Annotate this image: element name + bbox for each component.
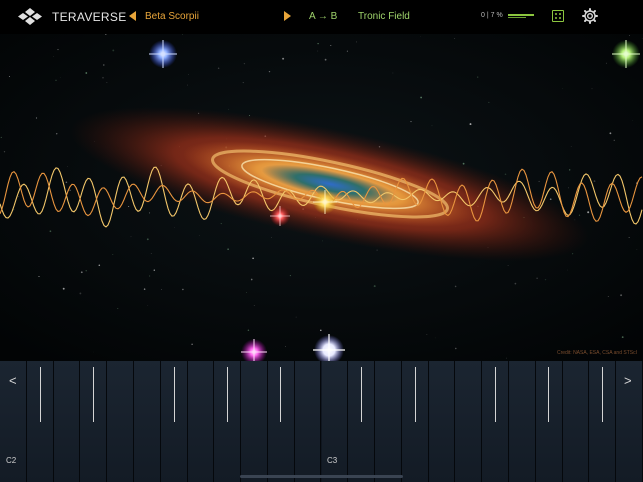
keyboard: < > C2 C3 bbox=[0, 361, 643, 482]
key-marker bbox=[174, 367, 175, 422]
piano-key[interactable] bbox=[509, 361, 536, 482]
piano-key[interactable] bbox=[267, 361, 295, 482]
key-marker bbox=[93, 367, 94, 422]
image-credit: Credit: NASA, ESA, CSA and STScI bbox=[557, 350, 637, 356]
piano-key[interactable] bbox=[133, 361, 161, 482]
previous-star-icon[interactable] bbox=[129, 11, 136, 21]
field-selector[interactable]: Tronic Field bbox=[358, 11, 410, 22]
app-window: TERAVERSE Beta Scorpii A → B Tronic Fiel… bbox=[0, 0, 643, 482]
piano-key[interactable] bbox=[107, 361, 134, 482]
piano-key[interactable] bbox=[241, 361, 268, 482]
yellow-star-icon[interactable] bbox=[313, 190, 337, 214]
keyboard-left-arrow[interactable]: < bbox=[9, 373, 17, 388]
home-indicator[interactable] bbox=[240, 475, 403, 478]
note-label-c3: C3 bbox=[327, 456, 338, 465]
key-marker bbox=[548, 367, 549, 422]
key-marker bbox=[495, 367, 496, 422]
green-star-icon[interactable] bbox=[612, 40, 640, 68]
keyboard-keys bbox=[0, 361, 643, 482]
piano-key[interactable] bbox=[53, 361, 81, 482]
key-marker bbox=[227, 367, 228, 422]
piano-key[interactable] bbox=[294, 361, 322, 482]
teraverse-logo-icon bbox=[18, 8, 42, 25]
blue-star-icon[interactable] bbox=[149, 40, 177, 68]
key-marker bbox=[40, 367, 41, 422]
key-marker bbox=[280, 367, 281, 422]
play-icon[interactable] bbox=[284, 11, 291, 21]
piano-key[interactable] bbox=[562, 361, 590, 482]
piano-key[interactable] bbox=[428, 361, 456, 482]
route-label[interactable]: A → B bbox=[309, 11, 337, 22]
star-name-button[interactable]: Beta Scorpii bbox=[145, 11, 199, 22]
piano-key[interactable] bbox=[455, 361, 483, 482]
note-label-c2: C2 bbox=[6, 456, 17, 465]
piano-key[interactable] bbox=[375, 361, 402, 482]
gear-icon[interactable] bbox=[582, 8, 598, 24]
top-bar: TERAVERSE Beta Scorpii A → B Tronic Fiel… bbox=[0, 0, 643, 34]
key-marker bbox=[415, 367, 416, 422]
key-marker bbox=[361, 367, 362, 422]
piano-key[interactable] bbox=[535, 361, 563, 482]
level-meter bbox=[508, 14, 534, 19]
percent-readout: 0 | 7 % bbox=[481, 12, 503, 19]
key-marker bbox=[602, 367, 603, 422]
dice-random-icon[interactable] bbox=[552, 10, 564, 22]
keyboard-right-arrow[interactable]: > bbox=[624, 373, 632, 388]
piano-key[interactable] bbox=[187, 361, 215, 482]
app-title: TERAVERSE bbox=[52, 10, 127, 24]
galaxy-view[interactable]: Credit: NASA, ESA, CSA and STScI bbox=[0, 34, 643, 361]
red-star-icon[interactable] bbox=[270, 206, 290, 226]
